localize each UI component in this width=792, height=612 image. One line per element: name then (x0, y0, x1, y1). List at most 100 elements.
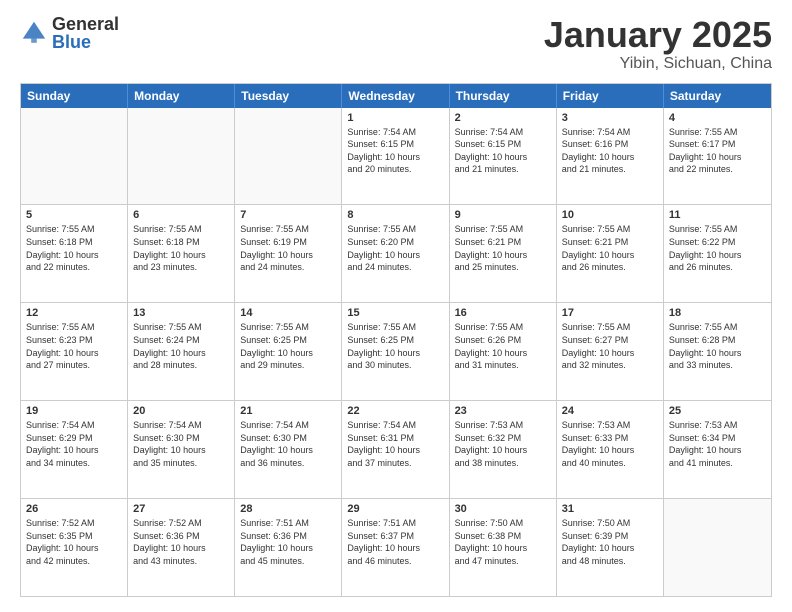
cell-info: Sunrise: 7:53 AMSunset: 6:33 PMDaylight:… (562, 419, 658, 469)
cell-info: Sunrise: 7:55 AMSunset: 6:23 PMDaylight:… (26, 321, 122, 371)
cal-cell-r1-c2: 7 Sunrise: 7:55 AMSunset: 6:19 PMDaylight… (235, 205, 342, 302)
calendar-row-4: 26Sunrise: 7:52 AMSunset: 6:35 PMDayligh… (21, 498, 771, 596)
cal-cell-r2-c4: 16Sunrise: 7:55 AMSunset: 6:26 PMDayligh… (450, 303, 557, 400)
page: General Blue January 2025 Yibin, Sichuan… (0, 0, 792, 612)
day-number: 11 (669, 209, 766, 221)
cell-info: Sunrise: 7:52 AMSunset: 6:35 PMDaylight:… (26, 517, 122, 567)
cal-cell-r1-c4: 9Sunrise: 7:55 AMSunset: 6:21 PMDaylight… (450, 205, 557, 302)
cal-cell-r4-c5: 31Sunrise: 7:50 AMSunset: 6:39 PMDayligh… (557, 499, 664, 596)
day-number: 2 (455, 112, 551, 124)
day-number: 15 (347, 307, 443, 319)
cell-info: Sunrise: 7:55 AMSunset: 6:19 PMDaylight:… (240, 223, 336, 273)
cal-cell-r2-c0: 12 Sunrise: 7:55 AMSunset: 6:23 PMDayligh… (21, 303, 128, 400)
cell-info: Sunrise: 7:54 AMSunset: 6:30 PMDaylight:… (240, 419, 336, 469)
cell-info: Sunrise: 7:54 AMSunset: 6:30 PMDaylight:… (133, 419, 229, 469)
cal-cell-r4-c1: 27Sunrise: 7:52 AMSunset: 6:36 PMDayligh… (128, 499, 235, 596)
cal-cell-r0-c1 (128, 108, 235, 205)
cell-info: Sunrise: 7:55 AMSunset: 6:28 PMDaylight:… (669, 321, 766, 371)
title-block: January 2025 Yibin, Sichuan, China (544, 15, 772, 73)
cal-cell-r2-c3: 15 Sunrise: 7:55 AMSunset: 6:25 PMDayligh… (342, 303, 449, 400)
day-number: 30 (455, 503, 551, 515)
day-number: 21 (240, 405, 336, 417)
cell-info: Sunrise: 7:54 AMSunset: 6:16 PMDaylight:… (562, 126, 658, 176)
header-day-saturday: Saturday (664, 84, 771, 108)
day-number: 12 (26, 307, 122, 319)
day-number: 24 (562, 405, 658, 417)
logo-blue-text: Blue (52, 33, 119, 51)
cell-info: Sunrise: 7:55 AMSunset: 6:25 PMDaylight:… (347, 321, 443, 371)
day-number: 23 (455, 405, 551, 417)
cell-info: Sunrise: 7:51 AMSunset: 6:37 PMDaylight:… (347, 517, 443, 567)
cell-info: Sunrise: 7:55 AMSunset: 6:24 PMDaylight:… (133, 321, 229, 371)
cal-cell-r0-c4: 2 Sunrise: 7:54 AMSunset: 6:15 PMDaylight… (450, 108, 557, 205)
header-day-wednesday: Wednesday (342, 84, 449, 108)
cal-cell-r3-c4: 23 Sunrise: 7:53 AMSunset: 6:32 PMDayligh… (450, 401, 557, 498)
cal-cell-r4-c2: 28 Sunrise: 7:51 AMSunset: 6:36 PMDayligh… (235, 499, 342, 596)
cell-info: Sunrise: 7:54 AMSunset: 6:15 PMDaylight:… (347, 126, 443, 176)
month-title: January 2025 (544, 15, 772, 55)
cal-cell-r1-c6: 11 Sunrise: 7:55 AMSunset: 6:22 PMDayligh… (664, 205, 771, 302)
logo: General Blue (20, 15, 119, 51)
day-number: 8 (347, 209, 443, 221)
day-number: 13 (133, 307, 229, 319)
cell-info: Sunrise: 7:53 AMSunset: 6:32 PMDaylight:… (455, 419, 551, 469)
day-number: 5 (26, 209, 122, 221)
cell-info: Sunrise: 7:55 AMSunset: 6:21 PMDaylight:… (455, 223, 551, 273)
day-number: 18 (669, 307, 766, 319)
cell-info: Sunrise: 7:54 AMSunset: 6:15 PMDaylight:… (455, 126, 551, 176)
cal-cell-r3-c0: 19 Sunrise: 7:54 AMSunset: 6:29 PMDayligh… (21, 401, 128, 498)
calendar-row-2: 12 Sunrise: 7:55 AMSunset: 6:23 PMDayligh… (21, 302, 771, 400)
cell-info: Sunrise: 7:55 AMSunset: 6:22 PMDaylight:… (669, 223, 766, 273)
day-number: 7 (240, 209, 336, 221)
day-number: 22 (347, 405, 443, 417)
cal-cell-r3-c2: 21 Sunrise: 7:54 AMSunset: 6:30 PMDayligh… (235, 401, 342, 498)
cal-cell-r0-c0 (21, 108, 128, 205)
header: General Blue January 2025 Yibin, Sichuan… (20, 15, 772, 73)
cell-info: Sunrise: 7:54 AMSunset: 6:31 PMDaylight:… (347, 419, 443, 469)
day-number: 20 (133, 405, 229, 417)
cal-cell-r4-c4: 30Sunrise: 7:50 AMSunset: 6:38 PMDayligh… (450, 499, 557, 596)
cal-cell-r3-c6: 25 Sunrise: 7:53 AMSunset: 6:34 PMDayligh… (664, 401, 771, 498)
cell-info: Sunrise: 7:50 AMSunset: 6:39 PMDaylight:… (562, 517, 658, 567)
cal-cell-r4-c0: 26Sunrise: 7:52 AMSunset: 6:35 PMDayligh… (21, 499, 128, 596)
day-number: 17 (562, 307, 658, 319)
day-number: 14 (240, 307, 336, 319)
cal-cell-r0-c2 (235, 108, 342, 205)
cell-info: Sunrise: 7:55 AMSunset: 6:27 PMDaylight:… (562, 321, 658, 371)
calendar-header: SundayMondayTuesdayWednesdayThursdayFrid… (21, 84, 771, 108)
header-day-monday: Monday (128, 84, 235, 108)
calendar-row-3: 19 Sunrise: 7:54 AMSunset: 6:29 PMDayligh… (21, 400, 771, 498)
cal-cell-r3-c5: 24 Sunrise: 7:53 AMSunset: 6:33 PMDayligh… (557, 401, 664, 498)
cal-cell-r3-c3: 22 Sunrise: 7:54 AMSunset: 6:31 PMDayligh… (342, 401, 449, 498)
logo-icon (20, 19, 48, 47)
day-number: 3 (562, 112, 658, 124)
cell-info: Sunrise: 7:51 AMSunset: 6:36 PMDaylight:… (240, 517, 336, 567)
header-day-sunday: Sunday (21, 84, 128, 108)
cell-info: Sunrise: 7:55 AMSunset: 6:21 PMDaylight:… (562, 223, 658, 273)
cal-cell-r1-c5: 10 Sunrise: 7:55 AMSunset: 6:21 PMDayligh… (557, 205, 664, 302)
header-day-tuesday: Tuesday (235, 84, 342, 108)
day-number: 28 (240, 503, 336, 515)
day-number: 10 (562, 209, 658, 221)
cell-info: Sunrise: 7:54 AMSunset: 6:29 PMDaylight:… (26, 419, 122, 469)
cell-info: Sunrise: 7:55 AMSunset: 6:17 PMDaylight:… (669, 126, 766, 176)
cal-cell-r2-c6: 18 Sunrise: 7:55 AMSunset: 6:28 PMDayligh… (664, 303, 771, 400)
day-number: 1 (347, 112, 443, 124)
cal-cell-r0-c3: 1 Sunrise: 7:54 AMSunset: 6:15 PMDaylight… (342, 108, 449, 205)
calendar: SundayMondayTuesdayWednesdayThursdayFrid… (20, 83, 772, 597)
calendar-body: 1 Sunrise: 7:54 AMSunset: 6:15 PMDaylight… (21, 108, 771, 596)
cell-info: Sunrise: 7:55 AMSunset: 6:18 PMDaylight:… (26, 223, 122, 273)
day-number: 19 (26, 405, 122, 417)
calendar-row-0: 1 Sunrise: 7:54 AMSunset: 6:15 PMDaylight… (21, 108, 771, 205)
cell-info: Sunrise: 7:53 AMSunset: 6:34 PMDaylight:… (669, 419, 766, 469)
day-number: 27 (133, 503, 229, 515)
cal-cell-r4-c3: 29Sunrise: 7:51 AMSunset: 6:37 PMDayligh… (342, 499, 449, 596)
day-number: 4 (669, 112, 766, 124)
cell-info: Sunrise: 7:55 AMSunset: 6:25 PMDaylight:… (240, 321, 336, 371)
logo-general-text: General (52, 15, 119, 33)
calendar-row-1: 5 Sunrise: 7:55 AMSunset: 6:18 PMDaylight… (21, 204, 771, 302)
day-number: 25 (669, 405, 766, 417)
cell-info: Sunrise: 7:55 AMSunset: 6:20 PMDaylight:… (347, 223, 443, 273)
header-day-thursday: Thursday (450, 84, 557, 108)
day-number: 16 (455, 307, 551, 319)
